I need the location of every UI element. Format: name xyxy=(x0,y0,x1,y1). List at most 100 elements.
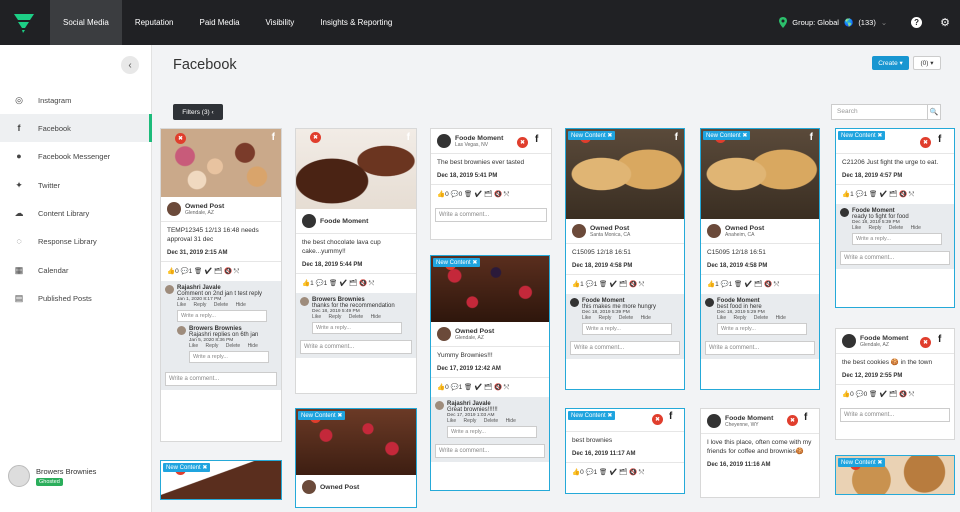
new-content-badge[interactable]: New Content ✖ xyxy=(163,463,211,472)
nav-tab-reputation[interactable]: Reputation xyxy=(122,0,187,45)
sidebar-item-label: Response Library xyxy=(38,236,97,246)
facebook-icon: f xyxy=(674,132,678,143)
post-image: New Content ✖ ✖ f xyxy=(566,129,684,219)
pin-icon[interactable]: ✖ xyxy=(517,137,528,148)
collapse-sidebar-button[interactable]: ‹ xyxy=(121,56,139,74)
post-actions[interactable]: 👍0 💬1 🗑 ✔ 🗂 🔇 ⤲ xyxy=(161,260,281,281)
reply-input[interactable]: Write a reply... xyxy=(177,309,267,322)
post-actions[interactable]: 👍0 💬1 🗑 ✔ 🗂 🔇 ⤲ xyxy=(431,376,549,397)
author-name: Owned Post xyxy=(320,483,360,491)
reply-input[interactable]: Write a reply... xyxy=(312,321,402,334)
comment-text: thanks for the recommendation xyxy=(312,302,395,309)
post-image: New Content ✖ ✖ xyxy=(296,409,416,475)
pin-icon[interactable]: ✖ xyxy=(652,414,663,425)
pin-icon[interactable]: ✖ xyxy=(787,415,798,426)
sidebar-item-calendar[interactable]: ▦ Calendar xyxy=(0,256,152,284)
comment-actions[interactable]: Like Reply Delete Hide xyxy=(189,343,269,349)
comment-input[interactable]: Write a comment... xyxy=(705,340,815,355)
count-dropdown[interactable]: (0) ▾ xyxy=(913,56,941,70)
sidebar-item-facebook[interactable]: f Facebook xyxy=(0,114,152,142)
nav-tab-visibility[interactable]: Visibility xyxy=(253,0,308,45)
comments: Foode Moment best food in here Dec 18, 2… xyxy=(701,293,819,359)
reply-input[interactable]: Write a reply... xyxy=(852,232,942,245)
sidebar-item-twitter[interactable]: ✦ Twitter xyxy=(0,171,152,199)
pin-icon[interactable]: ✖ xyxy=(920,137,931,148)
brand-logo[interactable] xyxy=(0,0,50,45)
comment-actions[interactable]: Like Reply Delete Hide xyxy=(582,315,672,321)
filters-button[interactable]: Filters (3) ‹ xyxy=(173,104,223,120)
facebook-icon: f xyxy=(809,132,813,143)
post-actions[interactable]: 👍1 💬1 🗑 ✔ 🗂 🔇 ⤲ xyxy=(836,183,954,204)
comment-input[interactable]: Write a comment... xyxy=(435,207,547,222)
new-content-badge[interactable]: New Content ✖ xyxy=(433,258,481,267)
new-content-badge[interactable]: New Content ✖ xyxy=(838,131,886,140)
pin-icon[interactable]: ✖ xyxy=(175,133,186,144)
group-selector[interactable]: Group: Global 🌎 (133) ⌄ xyxy=(779,17,887,28)
help-icon[interactable]: ? xyxy=(911,17,923,28)
post-author: Foode Moment xyxy=(296,209,416,233)
comment-input[interactable]: Write a comment... xyxy=(840,250,950,265)
comment-actions[interactable]: Like Reply Delete Hide xyxy=(852,225,942,231)
post-text: C15095 12/18 16:51 xyxy=(572,249,631,256)
nav-tab-paid-media[interactable]: Paid Media xyxy=(187,0,253,45)
author-name: Owned Post xyxy=(455,327,495,335)
post-author: Owned Post Anaheim, CA xyxy=(701,219,819,243)
chevron-down-icon: ⌄ xyxy=(880,18,888,27)
sidebar-item-content-library[interactable]: ☁ Content Library xyxy=(0,199,152,227)
new-content-badge[interactable]: New Content ✖ xyxy=(568,131,616,140)
gear-icon[interactable]: ⚙ xyxy=(940,16,950,29)
author-location: Anaheim, CA xyxy=(725,231,755,238)
post-date: Dec 17, 2019 12:42 AM xyxy=(437,365,501,372)
nav-tab-insights[interactable]: Insights & Reporting xyxy=(307,0,405,45)
profile[interactable]: Browers Brownies Ghosted xyxy=(8,465,96,487)
sidebar-item-messenger[interactable]: ● Facebook Messenger xyxy=(0,142,152,170)
facebook-icon: f xyxy=(804,412,808,423)
comment-input[interactable]: Write a comment... xyxy=(840,407,950,422)
post-card: New Content ✖ ✖ Owned PostGlendale, AZ Y… xyxy=(430,255,550,491)
comment-input[interactable]: Write a comment... xyxy=(300,339,412,354)
comment-input[interactable]: Write a comment... xyxy=(570,340,680,355)
post-actions[interactable]: 👍1 💬1 🗑 ✔ 🗂 🔇 ⤲ xyxy=(296,272,416,293)
author-location: Santa Monica, CA xyxy=(590,231,631,238)
post-card: New Content ✖ ✖ f best brownies Dec 16, … xyxy=(565,408,685,494)
post-text: the best cookies 🍪 in the town xyxy=(842,359,933,366)
post-card: New Content ✖ ✖ xyxy=(160,460,282,500)
facebook-icon: f xyxy=(938,134,942,145)
new-content-badge[interactable]: New Content ✖ xyxy=(298,411,346,420)
comment-actions[interactable]: Like Reply Delete Hide xyxy=(312,314,402,320)
post-actions[interactable]: 👍0 💬1 🗑 ✔ 🗂 🔇 ⤲ xyxy=(566,461,684,482)
pin-icon[interactable]: ✖ xyxy=(920,337,931,348)
search-input[interactable]: Search xyxy=(831,104,928,120)
comment-actions[interactable]: Like Reply Delete Hide xyxy=(717,315,807,321)
reply-input[interactable]: Write a reply... xyxy=(717,322,807,335)
comment-input[interactable]: Write a comment... xyxy=(165,371,277,386)
search-icon[interactable]: 🔍 xyxy=(927,104,941,120)
comments: Foode Moment this makes me more hungry D… xyxy=(566,293,684,359)
nav-tab-social-media[interactable]: Social Media xyxy=(50,0,122,45)
reply-input[interactable]: Write a reply... xyxy=(447,425,537,438)
sidebar-item-published-posts[interactable]: ▤ Published Posts xyxy=(0,284,152,312)
sidebar-item-instagram[interactable]: ◎ Instagram xyxy=(0,86,152,114)
new-content-badge[interactable]: New Content ✖ xyxy=(838,458,886,467)
post-actions[interactable]: 👍0 💬0 🗑 ✔ 🗂 🔇 ⤲ xyxy=(836,383,954,404)
pin-icon[interactable]: ✖ xyxy=(310,132,321,143)
filters-label: Filters (3) xyxy=(182,108,210,116)
post-text: I love this place, often come with my fr… xyxy=(707,439,812,455)
new-content-badge[interactable]: New Content ✖ xyxy=(568,411,616,420)
post-actions[interactable]: 👍1 💬1 🗑 ✔ 🗂 🔇 ⤲ xyxy=(566,273,684,294)
author-location: Las Vegas, NV xyxy=(455,141,489,148)
reply-input[interactable]: Write a reply... xyxy=(582,322,672,335)
facebook-icon: f xyxy=(406,132,410,143)
author-name: Foode Moment xyxy=(320,217,369,225)
post-actions[interactable]: 👍0 💬0 🗑 ✔ 🗂 🔇 ⤲ xyxy=(431,183,551,204)
comment-actions[interactable]: Like Reply Delete Hide xyxy=(447,418,537,424)
comment-actions[interactable]: Like Reply Delete Hide xyxy=(177,302,269,308)
comment-input[interactable]: Write a comment... xyxy=(435,443,545,458)
reply-input[interactable]: Write a reply... xyxy=(189,350,269,363)
post-actions[interactable]: 👍1 💬1 🗑 ✔ 🗂 🔇 ⤲ xyxy=(701,273,819,294)
sidebar-item-response-library[interactable]: ◌ Response Library xyxy=(0,227,152,255)
post-card: Foode Moment Glendale, AZ ✖ f the best co… xyxy=(835,328,955,440)
new-content-badge[interactable]: New Content ✖ xyxy=(703,131,751,140)
author-name: Owned Post xyxy=(185,202,225,210)
create-button[interactable]: Create ▾ xyxy=(872,56,909,70)
